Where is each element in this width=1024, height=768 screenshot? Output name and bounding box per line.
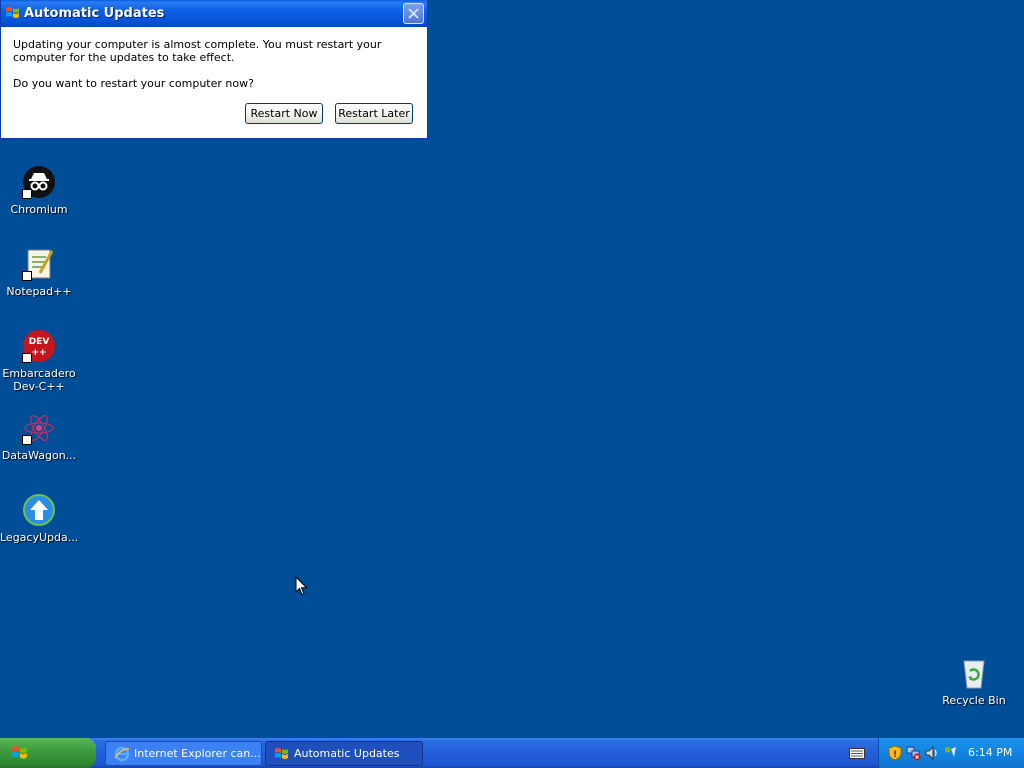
mouse-cursor-icon — [295, 576, 308, 596]
desktop-icon-label: DataWagon... — [1, 449, 77, 462]
shortcut-arrow-icon — [22, 435, 32, 445]
dialog-body: Updating your computer is almost complet… — [13, 38, 413, 103]
security-shield-icon[interactable]: ! — [887, 745, 903, 761]
recycle-bin-icon — [957, 656, 991, 690]
notepadpp-icon — [22, 247, 56, 281]
task-label: Internet Explorer can... — [134, 747, 261, 760]
volume-icon[interactable] — [924, 745, 940, 761]
automatic-updates-dialog: Automatic Updates Updating your computer… — [0, 0, 428, 139]
desktop-icon-devcpp[interactable]: DEV ++ Embarcadero Dev-C++ — [0, 329, 78, 393]
legacyupdate-icon — [22, 493, 56, 527]
close-button[interactable] — [403, 3, 424, 24]
shortcut-arrow-icon — [22, 353, 32, 363]
desktop-icon-label: Chromium — [10, 203, 68, 216]
desktop-icon-chromium[interactable]: Chromium — [0, 165, 78, 216]
windows-update-icon — [274, 746, 290, 762]
keyboard-icon[interactable] — [849, 745, 865, 761]
svg-text:!: ! — [893, 750, 897, 760]
datawagon-icon — [22, 411, 56, 445]
desktop-icon-legacyupdate[interactable]: LegacyUpda... — [0, 493, 78, 544]
shortcut-arrow-icon — [22, 189, 32, 199]
desktop-icon-label: Notepad++ — [6, 285, 72, 298]
internet-explorer-icon — [114, 746, 130, 762]
dialog-question: Do you want to restart your computer now… — [13, 77, 254, 90]
svg-text:DEV: DEV — [29, 337, 50, 347]
update-tray-icon[interactable] — [942, 745, 958, 761]
shortcut-arrow-icon — [22, 271, 32, 281]
dialog-message: Updating your computer is almost complet… — [13, 38, 382, 64]
dialog-title: Automatic Updates — [24, 6, 165, 21]
taskbar: Internet Explorer can... Automatic Updat… — [0, 738, 1024, 768]
desktop-icon-datawagon[interactable]: DataWagon... — [0, 411, 78, 462]
clock[interactable]: 6:14 PM — [968, 746, 1012, 759]
system-tray: ! 6:14 PM — [878, 738, 1024, 768]
start-button[interactable] — [0, 738, 96, 768]
close-icon — [408, 8, 419, 19]
devcpp-icon: DEV ++ — [22, 329, 56, 363]
svg-text:++: ++ — [31, 348, 46, 358]
network-disconnected-icon[interactable] — [906, 745, 922, 761]
desktop-icon-label: Recycle Bin — [942, 694, 1006, 707]
restart-now-button[interactable]: Restart Now — [245, 103, 323, 124]
chromium-icon — [22, 165, 56, 199]
desktop-icon-label: LegacyUpda... — [0, 531, 79, 544]
desktop-icon-recycle-bin[interactable]: Recycle Bin — [935, 656, 1013, 707]
dialog-titlebar[interactable]: Automatic Updates — [1, 0, 427, 27]
taskbar-button-internet-explorer[interactable]: Internet Explorer can... — [105, 741, 262, 766]
restart-later-button[interactable]: Restart Later — [335, 103, 413, 124]
taskbar-button-automatic-updates[interactable]: Automatic Updates — [265, 741, 423, 766]
desktop-icon-notepadpp[interactable]: Notepad++ — [0, 247, 78, 298]
windows-update-icon — [5, 5, 21, 21]
windows-logo-icon — [12, 746, 27, 759]
task-label: Automatic Updates — [294, 747, 400, 760]
desktop-icon-label: Embarcadero Dev-C++ — [2, 367, 76, 393]
